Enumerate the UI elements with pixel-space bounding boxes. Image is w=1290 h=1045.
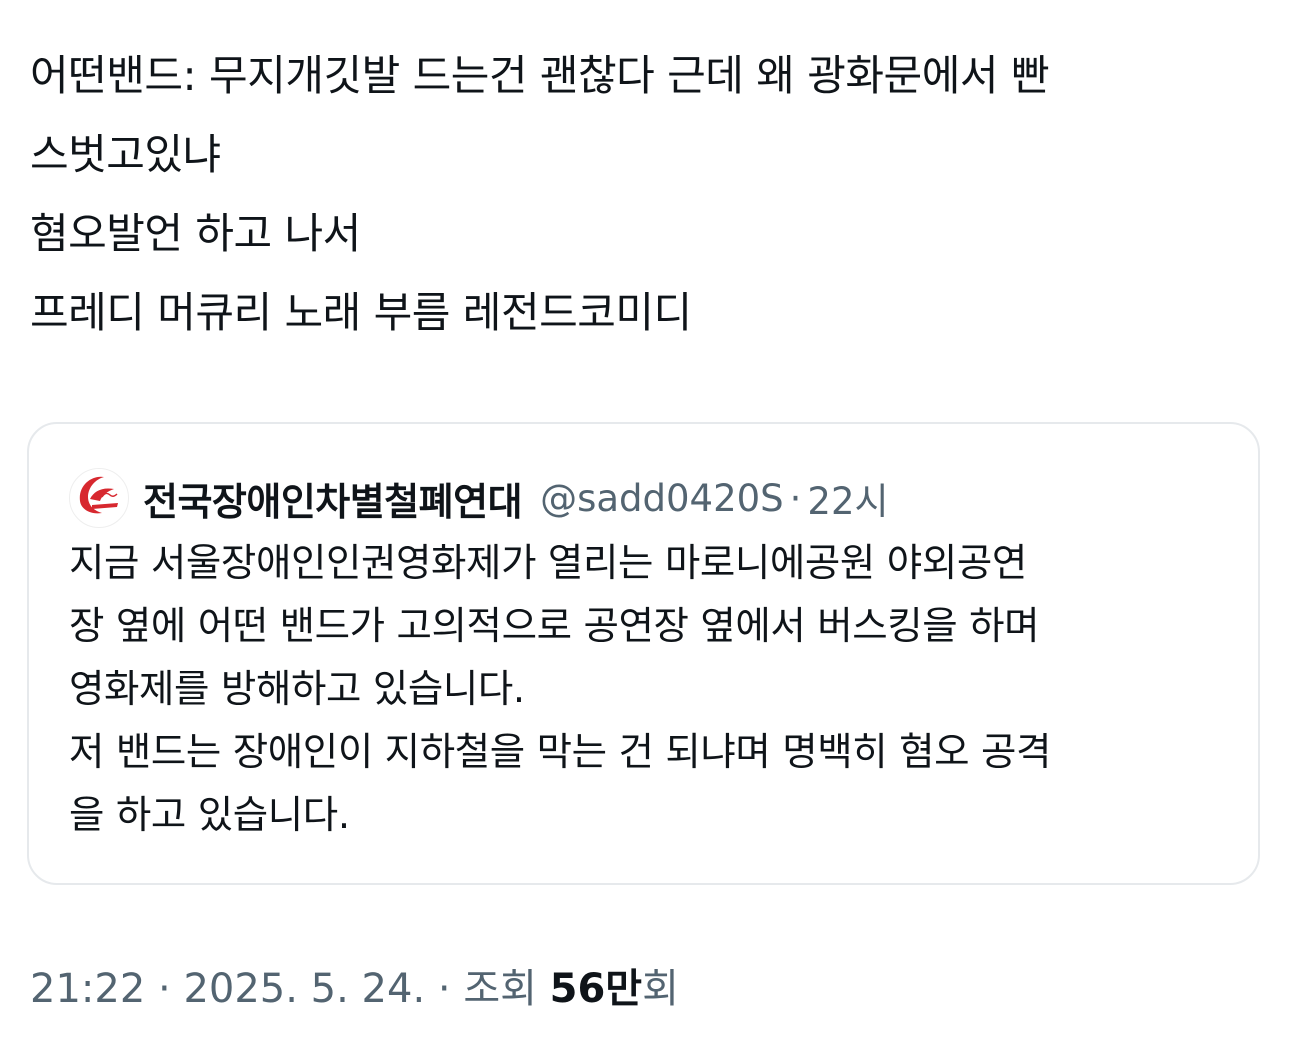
separator-dot: · bbox=[158, 966, 171, 1012]
quoted-text-line: 저 밴드는 장애인이 지하철을 막는 건 되냐며 명백히 혐오 공격 bbox=[69, 730, 1052, 775]
views-count[interactable]: 56만 bbox=[550, 966, 642, 1012]
tweet-date[interactable]: 2025. 5. 24. bbox=[183, 966, 425, 1012]
quoted-tweet-text: 지금 서울장애인인권영화제가 열리는 마로니에공원 야외공연 장 옆에 어떤 밴… bbox=[69, 542, 1229, 837]
quoted-tweet-time[interactable]: 22시 bbox=[807, 471, 888, 525]
tweet-text-line: 어떤밴드: 무지개깃발 드는건 괜찮다 근데 왜 광화문에서 빤 bbox=[30, 51, 1049, 100]
quoted-text-line: 장 옆에 어떤 밴드가 고의적으로 공연장 옆에서 버스킹을 하며 bbox=[69, 604, 1040, 649]
tweet-text: 어떤밴드: 무지개깃발 드는건 괜찮다 근데 왜 광화문에서 빤 스벗고있냐 혐… bbox=[30, 46, 1270, 342]
views-suffix: 회 bbox=[642, 966, 679, 1012]
separator-dot: · bbox=[789, 476, 802, 520]
quoted-author-handle[interactable]: @sadd0420S bbox=[540, 477, 784, 520]
avatar[interactable] bbox=[69, 468, 129, 528]
tweet-metadata: 21:22 · 2025. 5. 24. · 조회 56만회 bbox=[30, 964, 679, 1014]
quoted-tweet-card[interactable]: 전국장애인차별철폐연대 @sadd0420S · 22시 지금 서울장애인인권영… bbox=[27, 422, 1260, 885]
tweet-time[interactable]: 21:22 bbox=[30, 966, 145, 1012]
quoted-tweet-header: 전국장애인차별철폐연대 @sadd0420S · 22시 bbox=[69, 468, 889, 528]
quoted-text-line: 영화제를 방해하고 있습니다. bbox=[69, 667, 525, 712]
quoted-author-name[interactable]: 전국장애인차별철폐연대 bbox=[143, 471, 523, 526]
organization-logo-icon bbox=[70, 467, 128, 529]
quoted-text-line: 지금 서울장애인인권영화제가 열리는 마로니에공원 야외공연 bbox=[69, 541, 1027, 586]
quoted-text-line: 을 하고 있습니다. bbox=[69, 793, 350, 838]
views-label: 조회 bbox=[463, 966, 537, 1012]
tweet-text-line: 스벗고있냐 bbox=[30, 130, 221, 179]
separator-dot: · bbox=[437, 966, 451, 1012]
tweet-text-line: 혐오발언 하고 나서 bbox=[30, 209, 361, 258]
tweet-text-line: 프레디 머큐리 노래 부름 레전드코미디 bbox=[30, 288, 692, 337]
